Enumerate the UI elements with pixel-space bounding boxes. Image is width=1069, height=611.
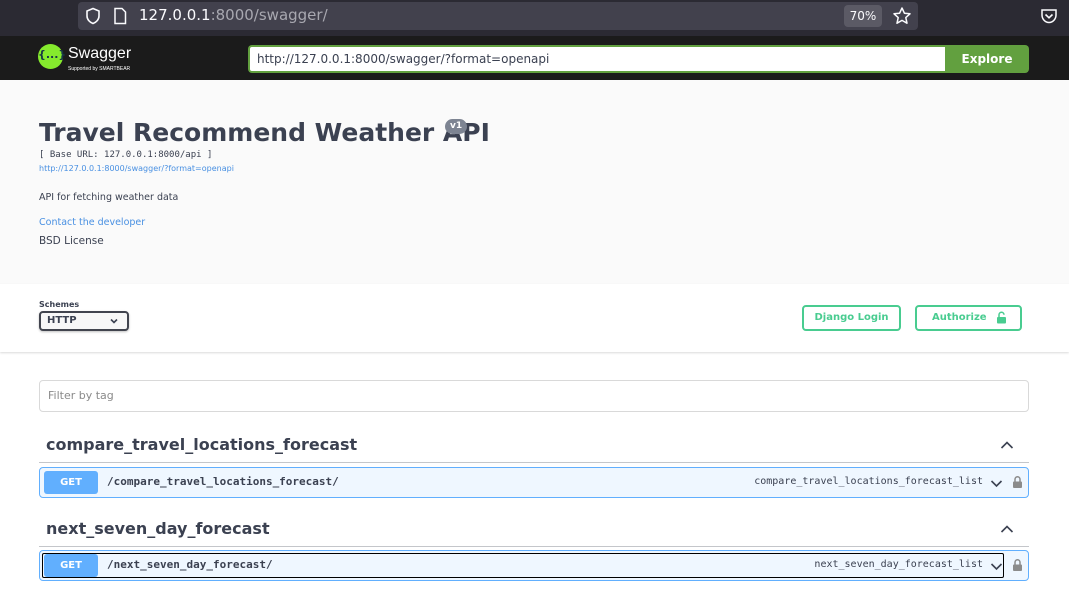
logo-text: Swagger <box>68 45 132 62</box>
explore-button[interactable]: Explore <box>945 45 1029 73</box>
bookmark-star-icon[interactable] <box>892 6 912 26</box>
method-badge-get: GET <box>44 554 98 577</box>
shield-icon[interactable] <box>84 7 102 25</box>
address-text[interactable]: 127.0.0.1:8000/swagger/ <box>139 6 328 24</box>
operation-next-seven-day-forecast[interactable]: GET /next_seven_day_forecast/ next_seven… <box>39 550 1029 581</box>
swagger-logo-icon: {...} <box>38 44 66 69</box>
operation-compare-travel-locations[interactable]: GET /compare_travel_locations_forecast/ … <box>39 467 1029 498</box>
authorize-label: Authorize <box>932 312 987 323</box>
license-text: BSD License <box>39 235 104 247</box>
logo-subtext: Supported by SMARTBEAR <box>68 66 131 72</box>
django-login-button[interactable]: Django Login <box>802 305 901 331</box>
operation-id: compare_travel_locations_forecast_list <box>754 476 983 487</box>
tag-name: next_seven_day_forecast <box>46 519 270 538</box>
pocket-icon[interactable] <box>1040 7 1058 25</box>
operation-path: /compare_travel_locations_forecast/ <box>107 475 339 488</box>
contact-developer-link[interactable]: Contact the developer <box>39 217 145 228</box>
spec-url-input[interactable]: http://127.0.0.1:8000/swagger/?format=op… <box>248 45 946 73</box>
scheme-select-value: HTTP <box>47 315 77 326</box>
spec-link[interactable]: http://127.0.0.1:8000/swagger/?format=op… <box>39 164 234 173</box>
tag-header-next-seven-day[interactable]: next_seven_day_forecast <box>39 511 1029 547</box>
swagger-logo[interactable]: {...} Swagger Supported by SMARTBEAR <box>38 44 158 74</box>
browser-toolbar: 127.0.0.1:8000/swagger/ 70% <box>0 0 1069 36</box>
base-url: [ Base URL: 127.0.0.1:8000/api ] <box>39 150 213 160</box>
schemes-label: Schemes <box>39 300 80 309</box>
lock-icon[interactable] <box>1012 475 1023 489</box>
zoom-level-badge[interactable]: 70% <box>844 5 882 27</box>
filter-by-tag-input[interactable]: Filter by tag <box>39 380 1029 412</box>
schemes-section: Schemes HTTP Django Login Authorize <box>0 284 1069 352</box>
chevron-down-icon[interactable] <box>990 477 1003 490</box>
method-badge-get: GET <box>44 471 98 494</box>
api-description: API for fetching weather data <box>39 192 179 203</box>
chevron-down-icon <box>110 318 118 324</box>
chevron-up-icon[interactable] <box>1000 524 1014 534</box>
swagger-topbar: {...} Swagger Supported by SMARTBEAR htt… <box>0 36 1069 80</box>
authorize-button[interactable]: Authorize <box>915 305 1022 331</box>
chevron-up-icon[interactable] <box>1000 440 1014 450</box>
page-icon <box>114 7 127 25</box>
operation-id: next_seven_day_forecast_list <box>814 559 983 570</box>
tag-name: compare_travel_locations_forecast <box>46 435 358 454</box>
lock-icon[interactable] <box>1012 558 1023 572</box>
api-title: Travel Recommend Weather API <box>39 118 490 147</box>
unlocked-icon <box>997 311 1006 324</box>
tag-header-compare-travel[interactable]: compare_travel_locations_forecast <box>39 427 1029 463</box>
chevron-down-icon[interactable] <box>990 560 1003 573</box>
api-info-section: Travel Recommend Weather API v1 [ Base U… <box>0 80 1069 284</box>
version-badge: v1 <box>445 119 468 134</box>
operation-path: /next_seven_day_forecast/ <box>107 558 273 571</box>
scheme-select[interactable]: HTTP <box>39 311 129 331</box>
